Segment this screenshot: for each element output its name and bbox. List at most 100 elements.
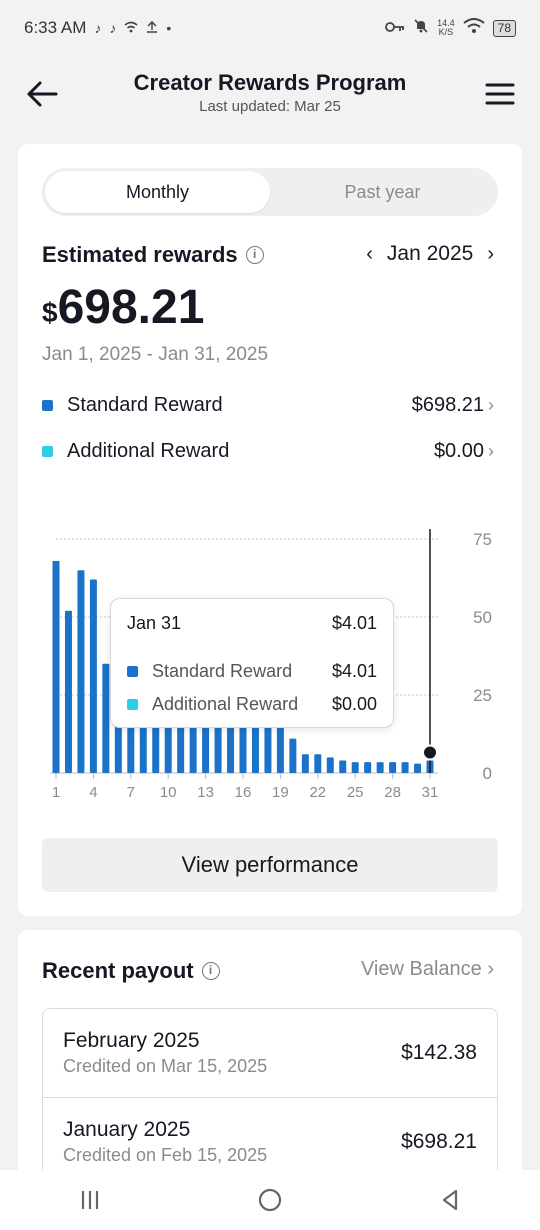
bar-standard-reward xyxy=(364,762,372,773)
view-balance-label: View Balance xyxy=(360,958,482,980)
payout-amount: $698.21 xyxy=(401,1130,477,1153)
bar-standard-reward xyxy=(326,757,334,773)
net-speed-unit: K/S xyxy=(438,27,454,37)
current-month: Jan 2025 xyxy=(386,242,474,265)
recent-payout-title: Recent payout xyxy=(42,958,194,983)
y-tick-label: 25 xyxy=(473,686,492,705)
chevron-right-icon: › xyxy=(487,958,494,980)
x-tick-label: 31 xyxy=(422,784,439,801)
bar-standard-reward xyxy=(289,738,297,773)
x-tick-label: 16 xyxy=(235,784,252,801)
tooltip-standard-label: Standard Reward xyxy=(152,661,293,681)
additional-reward-swatch xyxy=(42,445,53,457)
chevron-right-icon: › xyxy=(488,394,494,415)
bar-standard-reward xyxy=(401,762,409,773)
payout-credited-date: Credited on Feb 15, 2025 xyxy=(63,1145,268,1165)
bar-standard-reward xyxy=(52,560,60,773)
bar-standard-reward xyxy=(389,762,397,773)
x-tick-label: 25 xyxy=(347,784,364,801)
bar-standard-reward xyxy=(376,762,384,773)
standard-reward-row[interactable]: Standard Reward $698.21 › xyxy=(42,390,494,420)
tooltip-date: Jan 31 xyxy=(127,613,182,633)
y-tick-label: 50 xyxy=(473,608,492,627)
bar-standard-reward xyxy=(301,754,309,773)
page-title: Creator Rewards Program xyxy=(133,70,407,95)
y-tick-label: 75 xyxy=(473,530,492,549)
last-updated: Last updated: Mar 25 xyxy=(199,98,341,115)
upload-icon xyxy=(146,20,158,36)
highlight-point xyxy=(422,744,438,761)
x-tick-label: 19 xyxy=(272,784,289,801)
header: Creator Rewards Program Last updated: Ma… xyxy=(0,60,540,132)
x-tick-label: 28 xyxy=(384,784,401,801)
status-right: 14.4 K/S 78 xyxy=(385,17,516,39)
status-bar: 6:33 AM ♪ ♪ • 14.4 K/S 78 xyxy=(0,0,540,56)
chevron-right-icon: › xyxy=(488,440,494,461)
tooltip-additional-row: Additional Reward $0.00 xyxy=(127,694,377,715)
bar-standard-reward xyxy=(351,762,359,773)
tab-past-year[interactable]: Past year xyxy=(270,171,495,213)
info-icon[interactable]: i xyxy=(245,246,264,264)
payout-credited-date: Credited on Mar 15, 2025 xyxy=(63,1056,268,1076)
tab-monthly[interactable]: Monthly xyxy=(45,171,270,213)
view-performance-button[interactable]: View performance xyxy=(42,838,498,892)
payout-month: February 2025 xyxy=(63,1029,200,1052)
recent-payout-header: Recent payout i xyxy=(42,958,220,984)
hamburger-menu-icon[interactable] xyxy=(484,78,516,110)
tooltip-header: Jan 31 $4.01 xyxy=(127,613,377,634)
x-tick-label: 1 xyxy=(52,784,60,801)
standard-reward-value: $698.21 xyxy=(411,393,484,416)
period-toggle: Monthly Past year xyxy=(42,168,498,216)
status-left: 6:33 AM ♪ ♪ • xyxy=(24,18,171,38)
month-navigator: ‹ Jan 2025 › xyxy=(366,242,494,266)
system-navigation-bar xyxy=(0,1170,540,1230)
tiktok-notification-icon: ♪ xyxy=(94,20,102,36)
tooltip-additional-label: Additional Reward xyxy=(152,694,299,714)
additional-reward-row[interactable]: Additional Reward $0.00 › xyxy=(42,436,494,466)
standard-reward-label: Standard Reward xyxy=(67,393,223,416)
x-tick-label: 22 xyxy=(309,784,326,801)
amount-currency: $ xyxy=(42,297,58,328)
battery-indicator: 78 xyxy=(492,19,516,37)
payout-amount: $142.38 xyxy=(401,1041,477,1064)
estimated-rewards-header: Estimated rewards i xyxy=(42,242,264,268)
mute-bell-icon xyxy=(413,18,429,39)
bar-standard-reward xyxy=(89,579,97,773)
chart-tooltip: Jan 31 $4.01 Standard Reward $4.01 Addit… xyxy=(110,598,394,728)
additional-reward-value: $0.00 xyxy=(433,439,484,462)
home-icon[interactable] xyxy=(250,1180,290,1220)
bar-standard-reward xyxy=(314,754,322,773)
payout-item[interactable]: February 2025 Credited on Mar 15, 2025 $… xyxy=(43,1009,497,1097)
dot-icon: • xyxy=(166,20,172,36)
bar-standard-reward xyxy=(339,760,347,773)
tiktok-notification-icon: ♪ xyxy=(109,20,117,36)
wifi-icon xyxy=(463,17,485,39)
amount-value: 698.21 xyxy=(57,281,205,334)
tooltip-additional-value: $0.00 xyxy=(331,694,377,714)
bar-standard-reward xyxy=(77,570,85,773)
net-speed: 14.4 K/S xyxy=(437,19,455,37)
x-tick-label: 7 xyxy=(127,784,135,801)
info-icon[interactable]: i xyxy=(201,962,220,980)
tooltip-total: $4.01 xyxy=(331,613,377,633)
x-tick-label: 13 xyxy=(197,784,214,801)
x-tick-label: 10 xyxy=(160,784,177,801)
bar-standard-reward xyxy=(414,763,422,773)
tooltip-standard-row: Standard Reward $4.01 xyxy=(127,661,377,682)
view-balance-link[interactable]: View Balance › xyxy=(361,958,494,981)
back-triangle-icon[interactable] xyxy=(430,1180,470,1220)
y-tick-label: 0 xyxy=(483,764,492,783)
additional-reward-label: Additional Reward xyxy=(67,439,230,462)
bar-standard-reward xyxy=(64,610,72,773)
prev-month-chevron-icon[interactable]: ‹ xyxy=(366,243,373,266)
tooltip-additional-swatch xyxy=(127,699,138,710)
bar-standard-reward xyxy=(102,663,110,773)
status-time: 6:33 AM xyxy=(24,18,87,37)
next-month-chevron-icon[interactable]: › xyxy=(487,243,494,266)
key-icon xyxy=(385,18,405,38)
recent-apps-icon[interactable] xyxy=(70,1180,110,1220)
tooltip-standard-value: $4.01 xyxy=(331,661,377,681)
wifi-notification-icon xyxy=(124,20,138,36)
tooltip-standard-swatch xyxy=(127,666,138,677)
standard-reward-swatch xyxy=(42,399,53,411)
